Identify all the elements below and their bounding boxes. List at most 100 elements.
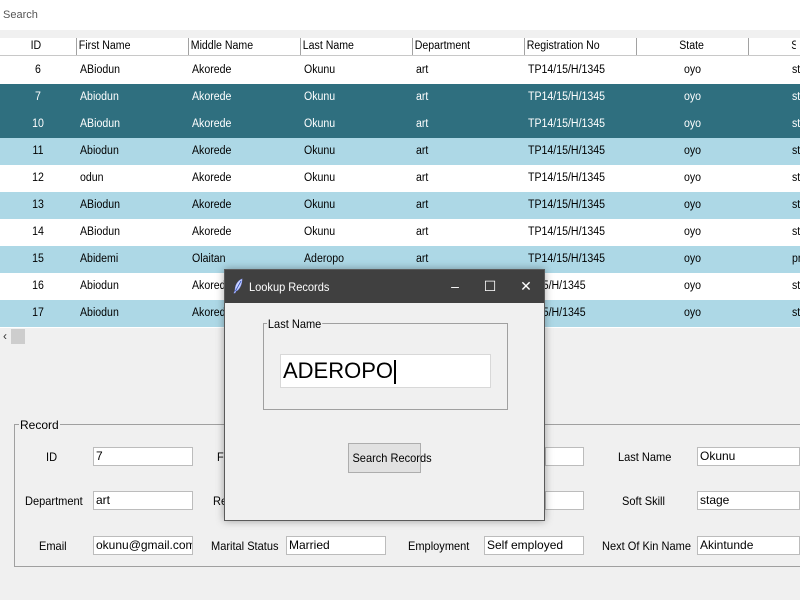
column-header-id[interactable]: ID bbox=[0, 38, 70, 55]
table-cell-id: 15 bbox=[32, 253, 44, 265]
table-cell-state: oyo bbox=[684, 199, 702, 211]
last-name-lookup-input[interactable]: ADEROPO bbox=[280, 354, 491, 388]
table-row[interactable]: 6 ABiodun Akorede Okunu art TP14/15/H/1345 oyo… bbox=[0, 57, 800, 84]
department-field[interactable]: art bbox=[93, 491, 193, 510]
search-records-button[interactable]: Search Records bbox=[348, 443, 432, 473]
column-header-registration-no[interactable]: Registration No bbox=[524, 38, 627, 55]
table-row[interactable]: 12 odun Akorede Okunu art TP14/15/H/1345 oyo st bbox=[0, 165, 800, 192]
table-cell-first: Abiodun bbox=[80, 91, 119, 103]
table-cell-reg: TP14/15/H/1345 bbox=[528, 145, 606, 157]
lookup-records-dialog: Lookup Records – ☐ ✕ Last Name ADEROPO S… bbox=[224, 269, 545, 521]
column-header-first-name[interactable]: First Name bbox=[76, 38, 179, 55]
registration-field[interactable] bbox=[545, 491, 584, 510]
close-icon[interactable]: ✕ bbox=[508, 270, 544, 303]
table-cell-id: 16 bbox=[32, 280, 44, 292]
id-label: ID bbox=[46, 450, 58, 464]
table-cell-id: 7 bbox=[35, 91, 41, 103]
dialog-titlebar[interactable]: Lookup Records – ☐ ✕ bbox=[225, 270, 544, 303]
table-cell-id: 6 bbox=[35, 64, 41, 76]
table-cell-first: Abiodun bbox=[80, 145, 119, 157]
table-cell-dept: art bbox=[416, 172, 429, 184]
soft-skill-field[interactable]: stage bbox=[697, 491, 800, 510]
table-cell-id: 11 bbox=[32, 145, 44, 157]
table-cell-id: 10 bbox=[32, 118, 44, 130]
search-input[interactable]: Search bbox=[0, 0, 800, 30]
table-cell-skill: st bbox=[792, 118, 800, 130]
employment-field[interactable]: Self employed bbox=[484, 536, 584, 555]
table-cell-middle: Akorede bbox=[192, 118, 232, 130]
table-row[interactable]: 11 Abiodun Akorede Okunu art TP14/15/H/1345 oy… bbox=[0, 138, 800, 165]
table-cell-first: Abidemi bbox=[80, 253, 119, 265]
column-header-state[interactable]: State bbox=[636, 38, 739, 55]
dialog-title: Lookup Records bbox=[249, 280, 330, 294]
column-header-last-name[interactable]: Last Name bbox=[300, 38, 403, 55]
table-cell-dept: art bbox=[416, 226, 429, 238]
table-cell-middle: Akorede bbox=[192, 91, 232, 103]
feather-icon bbox=[233, 278, 243, 294]
table-cell-middle: Akorede bbox=[192, 172, 232, 184]
table-cell-state: oyo bbox=[684, 64, 702, 76]
table-cell-skill: st bbox=[792, 307, 800, 319]
next-of-kin-field[interactable]: Akintunde bbox=[697, 536, 800, 555]
table-cell-skill: st bbox=[792, 172, 800, 184]
table-cell-state: oyo bbox=[684, 280, 702, 292]
table-cell-last: Okunu bbox=[304, 145, 336, 157]
next-of-kin-label: Next Of Kin Name bbox=[602, 539, 691, 553]
table-cell-id: 13 bbox=[32, 199, 44, 211]
table-cell-middle: Akorede bbox=[192, 199, 232, 211]
column-header-department[interactable]: Department bbox=[412, 38, 515, 55]
table-cell-last: Okunu bbox=[304, 91, 336, 103]
table-cell-state: oyo bbox=[684, 145, 702, 157]
table-cell-reg: TP14/15/H/1345 bbox=[528, 118, 606, 130]
table-row[interactable]: 7 Abiodun Akorede Okunu art TP14/15/H/1345 oyo… bbox=[0, 84, 800, 111]
table-cell-last: Okunu bbox=[304, 64, 336, 76]
table-cell-last: Okunu bbox=[304, 118, 336, 130]
table-cell-state: oyo bbox=[684, 172, 702, 184]
table-cell-id: 12 bbox=[32, 172, 44, 184]
email-field[interactable]: okunu@gmail.com bbox=[93, 536, 193, 555]
search-placeholder: Search bbox=[3, 9, 38, 21]
table-cell-first: Abiodun bbox=[80, 307, 119, 319]
table-cell-last: Okunu bbox=[304, 226, 336, 238]
id-field[interactable]: 7 bbox=[93, 447, 193, 466]
table-cell-first: ABiodun bbox=[80, 118, 121, 130]
table-cell-skill: st bbox=[792, 64, 800, 76]
table-cell-skill: st bbox=[792, 199, 800, 211]
table-cell-dept: art bbox=[416, 118, 429, 130]
table-cell-middle: Akorede bbox=[192, 226, 232, 238]
last-name-field[interactable]: Okunu bbox=[697, 447, 800, 466]
table-row[interactable]: 10 ABiodun Akorede Okunu art TP14/15/H/1345 oy… bbox=[0, 111, 800, 138]
scroll-thumb[interactable] bbox=[11, 329, 25, 344]
table-cell-first: odun bbox=[80, 172, 104, 184]
soft-skill-label: Soft Skill bbox=[622, 494, 665, 508]
column-header-skill[interactable]: S bbox=[748, 38, 796, 55]
table-cell-dept: art bbox=[416, 91, 429, 103]
table-cell-state: oyo bbox=[684, 118, 702, 130]
table-cell-skill: st bbox=[792, 280, 800, 292]
table-cell-reg: TP14/15/H/1345 bbox=[528, 91, 606, 103]
employment-label: Employment bbox=[408, 539, 470, 553]
table-cell-first: Abiodun bbox=[80, 280, 119, 292]
first-name-field[interactable] bbox=[545, 447, 584, 466]
table-cell-first: ABiodun bbox=[80, 199, 121, 211]
table-cell-last: Okunu bbox=[304, 199, 336, 211]
table-cell-state: oyo bbox=[684, 91, 702, 103]
table-cell-id: 17 bbox=[32, 307, 44, 319]
minimize-icon[interactable]: – bbox=[437, 270, 473, 303]
last-name-label: Last Name bbox=[618, 450, 672, 464]
department-label: Department bbox=[25, 494, 83, 508]
table-cell-skill: pro bbox=[792, 253, 800, 265]
marital-status-field[interactable]: Married bbox=[286, 536, 386, 555]
table-row[interactable]: 14 ABiodun Akorede Okunu art TP14/15/H/1345 oy… bbox=[0, 219, 800, 246]
table-cell-state: oyo bbox=[684, 253, 702, 265]
column-header-middle-name[interactable]: Middle Name bbox=[188, 38, 291, 55]
maximize-icon[interactable]: ☐ bbox=[472, 270, 508, 303]
last-name-frame-label: Last Name bbox=[267, 317, 323, 331]
table-row[interactable]: 13 ABiodun Akorede Okunu art TP14/15/H/1345 oy… bbox=[0, 192, 800, 219]
table-cell-dept: art bbox=[416, 145, 429, 157]
scroll-left-arrow-icon[interactable]: ‹ bbox=[0, 328, 10, 345]
text-caret bbox=[394, 360, 397, 385]
table-cell-reg: TP14/15/H/1345 bbox=[528, 172, 606, 184]
table-cell-reg: TP14/15/H/1345 bbox=[528, 199, 606, 211]
marital-status-label: Marital Status bbox=[211, 539, 279, 553]
